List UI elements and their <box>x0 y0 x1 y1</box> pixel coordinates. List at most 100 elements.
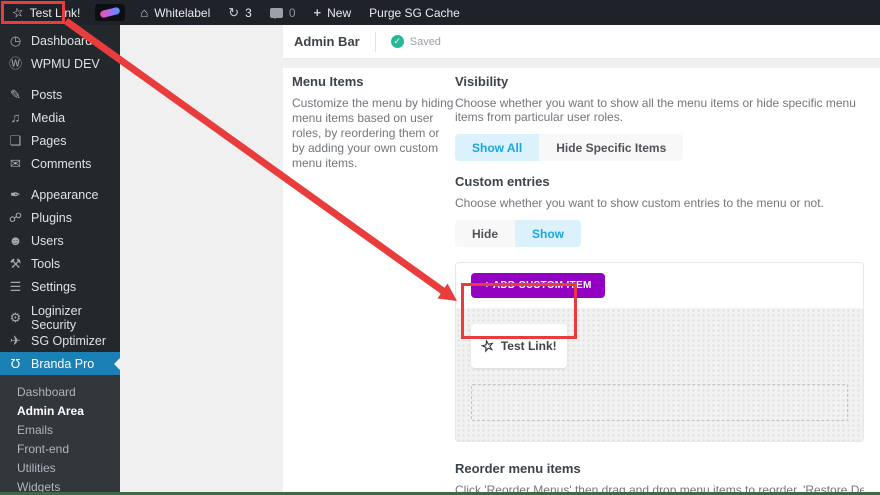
dashboard-icon: ◷ <box>8 34 23 47</box>
star-icon: ☆ <box>10 3 25 21</box>
visibility-description: Choose whether you want to show all the … <box>455 96 864 124</box>
sidebar-item-appearance[interactable]: ✒ Appearance <box>0 183 120 206</box>
hide-specific-items-button[interactable]: Hide Specific Items <box>539 134 683 161</box>
comment-bubble-icon <box>270 8 283 18</box>
menu-separator <box>0 75 120 83</box>
show-button[interactable]: Show <box>515 220 581 247</box>
submenu-item-utilities[interactable]: Utilities <box>0 459 120 478</box>
admin-top-bar: ☆ Test Link! ⌂ Whitelabel ↻ 3 0 + New Pu… <box>0 0 880 25</box>
header-divider <box>375 32 376 52</box>
adminbar-new[interactable]: + New <box>305 0 361 25</box>
reorder-title: Reorder menu items <box>455 461 864 476</box>
add-custom-item-button[interactable]: + ADD CUSTOM ITEM <box>471 273 605 298</box>
pages-icon: ❏ <box>8 134 23 147</box>
custom-entries-box: + ADD CUSTOM ITEM ☆ Test Link! <box>455 262 864 442</box>
custom-entries-title: Custom entries <box>455 174 864 189</box>
branda-submenu: Dashboard Admin Area Emails Front-end Ut… <box>0 375 120 495</box>
sidebar-item-posts[interactable]: ✎ Posts <box>0 83 120 106</box>
sidebar-item-loginizer-security[interactable]: ⚙ Loginizer Security <box>0 306 120 329</box>
sidebar-label: WPMU DEV <box>31 57 100 71</box>
settings-column: Visibility Choose whether you want to sh… <box>455 74 864 495</box>
sidebar-item-settings[interactable]: ☰ Settings <box>0 275 120 298</box>
sidebar-item-branda-pro[interactable]: Ʊ Branda Pro <box>0 352 120 375</box>
sidebar-item-comments[interactable]: ✉ Comments <box>0 152 120 175</box>
adminbar-updates[interactable]: ↻ 3 <box>219 0 261 25</box>
pushpin-icon: ✎ <box>8 88 23 101</box>
adminbar-comments[interactable]: 0 <box>261 0 305 25</box>
star-icon: ☆ <box>479 336 496 357</box>
sidebar-label: Users <box>31 234 64 248</box>
logo-swoosh <box>100 7 121 19</box>
drop-zone[interactable] <box>471 384 848 421</box>
tools-icon: ⚒ <box>8 257 23 270</box>
sidebar-label: Pages <box>31 134 66 148</box>
sidebar-label: Settings <box>31 280 76 294</box>
hide-button[interactable]: Hide <box>455 220 515 247</box>
menu-separator <box>0 175 120 183</box>
sidebar-item-sg-optimizer[interactable]: ✈ SG Optimizer <box>0 329 120 352</box>
sidebar-item-media[interactable]: ♫ Media <box>0 106 120 129</box>
menu-items-title: Menu Items <box>292 74 455 89</box>
submenu-item-front-end[interactable]: Front-end <box>0 440 120 459</box>
sidebar-item-wpmu-dev[interactable]: Ⓦ WPMU DEV <box>0 52 120 75</box>
sidebar-label: Dashboard <box>31 34 92 48</box>
comments-icon: ✉ <box>8 157 23 170</box>
page-header: Admin Bar ✓ Saved <box>283 25 880 58</box>
new-label: New <box>327 6 351 20</box>
purge-label: Purge SG Cache <box>369 6 460 20</box>
saved-label: Saved <box>410 36 441 48</box>
menu-items-description-column: Menu Items Customize the menu by hiding … <box>292 74 455 171</box>
sidebar-label: Tools <box>31 257 60 271</box>
adminbar-test-link-label: Test Link! <box>30 6 81 20</box>
custom-item-label: Test Link! <box>501 339 557 353</box>
appearance-icon: ✒ <box>8 188 23 201</box>
sidebar-label: Comments <box>31 157 91 171</box>
custom-entries-description: Choose whether you want to show custom e… <box>455 196 864 210</box>
comments-count: 0 <box>289 6 296 20</box>
saved-status: ✓ Saved <box>391 35 441 48</box>
home-icon: ⌂ <box>140 6 148 19</box>
sidebar-item-dashboard[interactable]: ◷ Dashboard <box>0 29 120 52</box>
media-icon: ♫ <box>8 111 23 124</box>
custom-entries-toggle-group: Hide Show <box>455 220 581 247</box>
sidebar-label: Plugins <box>31 211 72 225</box>
check-circle-icon: ✓ <box>391 35 404 48</box>
settings-icon: ☰ <box>8 280 23 293</box>
sidebar-label: SG Optimizer <box>31 334 106 348</box>
site-name-label: Whitelabel <box>154 6 210 20</box>
update-icon: ↻ <box>228 6 239 19</box>
sidebar-label: Loginizer Security <box>31 304 120 332</box>
updates-count: 3 <box>245 6 252 20</box>
custom-entries-list-area: ☆ Test Link! <box>456 308 863 441</box>
gear-icon: ⚙ <box>8 311 23 324</box>
submenu-item-admin-area[interactable]: Admin Area <box>0 402 120 421</box>
submenu-item-emails[interactable]: Emails <box>0 421 120 440</box>
sidebar-item-plugins[interactable]: ☍ Plugins <box>0 206 120 229</box>
adminbar-test-link[interactable]: ☆ Test Link! <box>0 0 89 25</box>
submenu-item-dashboard[interactable]: Dashboard <box>0 383 120 402</box>
sidebar-label: Media <box>31 111 65 125</box>
adminbar-purge-sg-cache[interactable]: Purge SG Cache <box>360 0 469 25</box>
menu-items-description: Customize the menu by hiding menu items … <box>292 96 455 171</box>
plugin-icon: ☍ <box>8 211 23 224</box>
adminbar-site-name[interactable]: ⌂ Whitelabel <box>131 0 219 25</box>
visibility-toggle-group: Show All Hide Specific Items <box>455 134 683 161</box>
visibility-title: Visibility <box>455 74 864 89</box>
plus-icon: + <box>314 6 322 19</box>
users-icon: ☻ <box>8 234 23 247</box>
wpmudev-icon: Ⓦ <box>8 57 23 70</box>
sidebar-label: Appearance <box>31 188 98 202</box>
custom-entries-box-toolbar: + ADD CUSTOM ITEM <box>456 263 863 308</box>
branda-icon: Ʊ <box>8 357 23 370</box>
sidebar-label: Posts <box>31 88 62 102</box>
page-title: Admin Bar <box>294 34 360 49</box>
sidebar-item-pages[interactable]: ❏ Pages <box>0 129 120 152</box>
rocket-icon: ✈ <box>8 334 23 347</box>
show-all-button[interactable]: Show All <box>455 134 539 161</box>
sidebar-item-tools[interactable]: ⚒ Tools <box>0 252 120 275</box>
wpmudev-logo-icon[interactable] <box>95 4 125 21</box>
sidebar-label: Branda Pro <box>31 357 94 371</box>
custom-item-test-link[interactable]: ☆ Test Link! <box>471 324 567 368</box>
sidebar-item-users[interactable]: ☻ Users <box>0 229 120 252</box>
admin-sidebar: ◷ Dashboard Ⓦ WPMU DEV ✎ Posts ♫ Media ❏… <box>0 25 120 495</box>
